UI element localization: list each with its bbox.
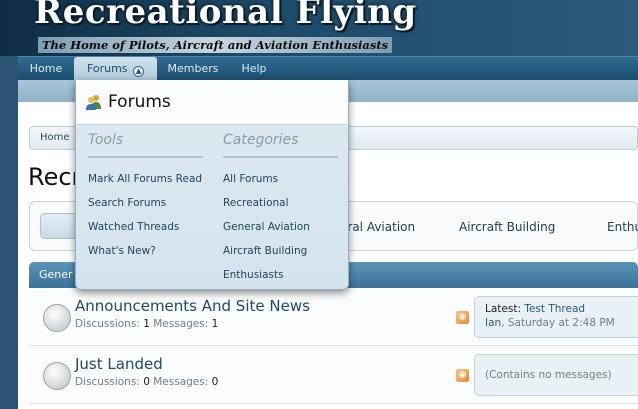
latest-thread-link[interactable]: Test Thread [524, 303, 585, 315]
tools-heading: Tools [88, 132, 203, 158]
category-link-enthusiasts[interactable]: Enthusiasts [223, 269, 284, 281]
main-nav-bar: Home Forums ▲ Members Help [18, 56, 638, 80]
category-tab-general-aviation[interactable]: eral Aviation [340, 220, 415, 234]
breadcrumb-home-link[interactable]: Home [30, 127, 81, 149]
discussions-label: Discussions: [75, 318, 140, 330]
messages-label: Messages: [153, 318, 209, 330]
category-header-label[interactable]: Gener [39, 268, 73, 281]
latest-time: Saturday at 2:48 PM [507, 317, 615, 329]
forum-stats: Discussions: 1 Messages: 1 [75, 318, 218, 330]
site-logo-title[interactable]: Recreational Flying [34, 0, 417, 32]
latest-user-link[interactable]: Ian [485, 317, 501, 329]
category-link-all-forums[interactable]: All Forums [223, 173, 278, 185]
forum-row: Announcements And Site News Discussions:… [29, 289, 638, 346]
category-link-aircraft-building[interactable]: Aircraft Building [223, 245, 307, 257]
nav-tab-help[interactable]: Help [229, 57, 279, 80]
rss-icon[interactable]: ◉ [456, 311, 469, 324]
forum-title[interactable]: Announcements And Site News [75, 297, 310, 315]
rss-icon[interactable]: ◉ [456, 369, 469, 382]
category-link-recreational[interactable]: Recreational [223, 197, 289, 209]
chevron-up-icon[interactable]: ▲ [133, 66, 145, 77]
categories-heading: Categories [223, 132, 338, 158]
mark-all-forums-read-link[interactable]: Mark All Forums Read [88, 173, 202, 185]
nav-tab-members[interactable]: Members [157, 57, 229, 80]
forum-row: Just Landed Discussions: 0 Messages: 0 ◉… [29, 347, 638, 404]
category-link-general-aviation[interactable]: General Aviation [223, 221, 310, 233]
latest-label: Latest: [485, 303, 521, 315]
forum-read-icon [43, 362, 71, 390]
forum-stats: Discussions: 0 Messages: 0 [75, 376, 218, 388]
watched-threads-link[interactable]: Watched Threads [88, 221, 179, 233]
nav-tab-forums[interactable]: Forums ▲ [74, 57, 157, 80]
forum-read-icon [43, 304, 71, 332]
latest-meta-line: Ian, Saturday at 2:48 PM [485, 317, 615, 329]
dropdown-title[interactable]: Forums [108, 92, 171, 112]
messages-label: Messages: [153, 376, 209, 388]
site-header: Recreational Flying The Home of Pilots, … [0, 0, 638, 56]
latest-post-box: Latest: Test Thread Ian, Saturday at 2:4… [474, 296, 638, 338]
discussions-label: Discussions: [75, 376, 140, 388]
whats-new-link[interactable]: What's New? [88, 245, 156, 257]
forum-title[interactable]: Just Landed [75, 355, 163, 373]
site-tagline: The Home of Pilots, Aircraft and Aviatio… [38, 37, 393, 53]
nav-tab-home[interactable]: Home [18, 57, 74, 80]
latest-thread-line: Latest: Test Thread [485, 303, 585, 315]
no-messages-text: (Contains no messages) [485, 369, 612, 381]
nav-tab-forums-label: Forums [86, 62, 128, 75]
discussions-count: 1 [143, 318, 150, 330]
dropdown-header: Forums [76, 80, 348, 125]
forums-dropdown-menu: Forums Tools Categories Mark All Forums … [75, 80, 349, 290]
category-tab-aircraft-building[interactable]: Aircraft Building [459, 220, 555, 234]
messages-count: 0 [211, 376, 219, 388]
category-tab-enthusiasts[interactable]: Enthu [607, 220, 638, 234]
latest-post-box: (Contains no messages) [474, 354, 638, 396]
nav-tab-members-label: Members [167, 62, 219, 75]
messages-count: 1 [211, 318, 219, 330]
discussions-count: 0 [143, 376, 150, 388]
users-icon [86, 95, 101, 110]
search-forums-link[interactable]: Search Forums [88, 197, 166, 209]
nav-tab-home-label: Home [29, 62, 63, 75]
page-title: Recr [28, 163, 82, 191]
nav-tab-help-label: Help [241, 62, 267, 75]
